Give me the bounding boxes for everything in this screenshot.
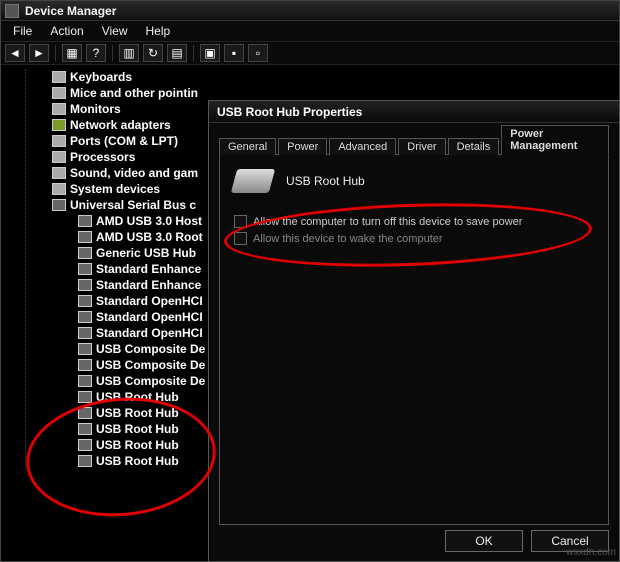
tool-update-icon[interactable]: ▣: [200, 44, 220, 62]
usb-icon: [78, 231, 92, 243]
usb-icon: [78, 455, 92, 467]
device-header: USB Root Hub: [234, 169, 594, 193]
usb-hub-icon: [231, 169, 275, 193]
option-allow-turn-off[interactable]: Allow the computer to turn off this devi…: [234, 215, 594, 228]
checkbox-icon: [234, 232, 247, 245]
usb-icon: [78, 263, 92, 275]
tab-power[interactable]: Power: [278, 138, 327, 155]
tree-label: USB Composite De: [96, 342, 205, 356]
tab-general[interactable]: General: [219, 138, 276, 155]
tree-label: System devices: [70, 182, 160, 196]
tab-power-management[interactable]: Power Management: [501, 125, 609, 155]
ok-button[interactable]: OK: [445, 530, 523, 552]
titlebar[interactable]: Device Manager: [1, 1, 619, 21]
tree-label: Standard OpenHCI: [96, 310, 203, 324]
option-label: Allow this device to wake the computer: [253, 233, 443, 245]
option-allow-wake: Allow this device to wake the computer: [234, 232, 594, 245]
tree-label: USB Composite De: [96, 374, 205, 388]
usb-icon: [78, 359, 92, 371]
forward-button[interactable]: ►: [29, 44, 49, 62]
tool-config-icon[interactable]: ▤: [167, 44, 187, 62]
checkbox-icon[interactable]: [234, 215, 247, 228]
watermark: wsxdn.com: [566, 547, 616, 558]
usb-icon: [78, 343, 92, 355]
tab-details[interactable]: Details: [448, 138, 500, 155]
title-text: Device Manager: [25, 4, 116, 18]
dialog-body: General Power Advanced Driver Details Po…: [209, 123, 619, 523]
tool-refresh-icon[interactable]: ↻: [143, 44, 163, 62]
usb-icon: [78, 375, 92, 387]
tree-label: USB Root Hub: [96, 454, 179, 468]
tree-label: Sound, video and gam: [70, 166, 198, 180]
app-icon: [5, 4, 19, 18]
tree-label: Network adapters: [70, 118, 171, 132]
tab-strip: General Power Advanced Driver Details Po…: [219, 133, 609, 155]
mouse-icon: [52, 87, 66, 99]
tree-label: USB Composite De: [96, 358, 205, 372]
tree-label: Standard OpenHCI: [96, 326, 203, 340]
tree-label: USB Root Hub: [96, 406, 179, 420]
menu-file[interactable]: File: [5, 22, 40, 40]
usb-icon: [78, 215, 92, 227]
option-label: Allow the computer to turn off this devi…: [253, 216, 522, 228]
usb-icon: [78, 247, 92, 259]
dialog-titlebar[interactable]: USB Root Hub Properties: [209, 101, 619, 123]
device-name: USB Root Hub: [286, 174, 365, 188]
tool-disable-icon[interactable]: ▫: [248, 44, 268, 62]
separator: [112, 45, 113, 61]
back-button[interactable]: ◄: [5, 44, 25, 62]
tree-label: USB Root Hub: [96, 438, 179, 452]
tool-help-icon[interactable]: ?: [86, 44, 106, 62]
keyboard-icon: [52, 71, 66, 83]
tree-label: AMD USB 3.0 Host: [96, 214, 202, 228]
usb-icon: [78, 423, 92, 435]
usb-icon: [78, 311, 92, 323]
system-icon: [52, 183, 66, 195]
menu-view[interactable]: View: [94, 22, 136, 40]
tool-scan-icon[interactable]: ▥: [119, 44, 139, 62]
tree-label: Universal Serial Bus c: [70, 198, 196, 212]
tree-mice[interactable]: Mice and other pointin: [26, 85, 619, 101]
usb-controller-icon: [52, 199, 66, 211]
menu-help[interactable]: Help: [138, 22, 179, 40]
port-icon: [52, 135, 66, 147]
tree-label: Standard Enhance: [96, 262, 201, 276]
tool-properties-icon[interactable]: ▦: [62, 44, 82, 62]
properties-dialog: USB Root Hub Properties General Power Ad…: [208, 100, 620, 562]
usb-icon: [78, 279, 92, 291]
tool-uninstall-icon[interactable]: ▪: [224, 44, 244, 62]
tree-label: Mice and other pointin: [70, 86, 198, 100]
usb-icon: [78, 439, 92, 451]
tab-advanced[interactable]: Advanced: [329, 138, 396, 155]
toolbar: ◄ ► ▦ ? ▥ ↻ ▤ ▣ ▪ ▫: [1, 41, 619, 65]
tree-label: Generic USB Hub: [96, 246, 196, 260]
usb-icon: [78, 391, 92, 403]
tree-label: Standard Enhance: [96, 278, 201, 292]
dialog-title: USB Root Hub Properties: [217, 105, 362, 119]
usb-icon: [78, 295, 92, 307]
sound-icon: [52, 167, 66, 179]
monitor-icon: [52, 103, 66, 115]
separator: [193, 45, 194, 61]
tab-panel: USB Root Hub Allow the computer to turn …: [219, 155, 609, 525]
tree-label: USB Root Hub: [96, 422, 179, 436]
menu-action[interactable]: Action: [42, 22, 91, 40]
tree-label: Processors: [70, 150, 135, 164]
tree-label: Monitors: [70, 102, 121, 116]
tree-label: Standard OpenHCI: [96, 294, 203, 308]
tree-label: USB Root Hub: [96, 390, 179, 404]
dialog-buttons: OK Cancel: [209, 523, 619, 559]
usb-icon: [78, 327, 92, 339]
usb-icon: [78, 407, 92, 419]
network-icon: [52, 119, 66, 131]
tree-label: Ports (COM & LPT): [70, 134, 178, 148]
tree-label: AMD USB 3.0 Root: [96, 230, 203, 244]
separator: [55, 45, 56, 61]
cpu-icon: [52, 151, 66, 163]
tab-driver[interactable]: Driver: [398, 138, 445, 155]
tree-keyboards[interactable]: Keyboards: [26, 69, 619, 85]
menubar: File Action View Help: [1, 21, 619, 41]
tree-label: Keyboards: [70, 70, 132, 84]
